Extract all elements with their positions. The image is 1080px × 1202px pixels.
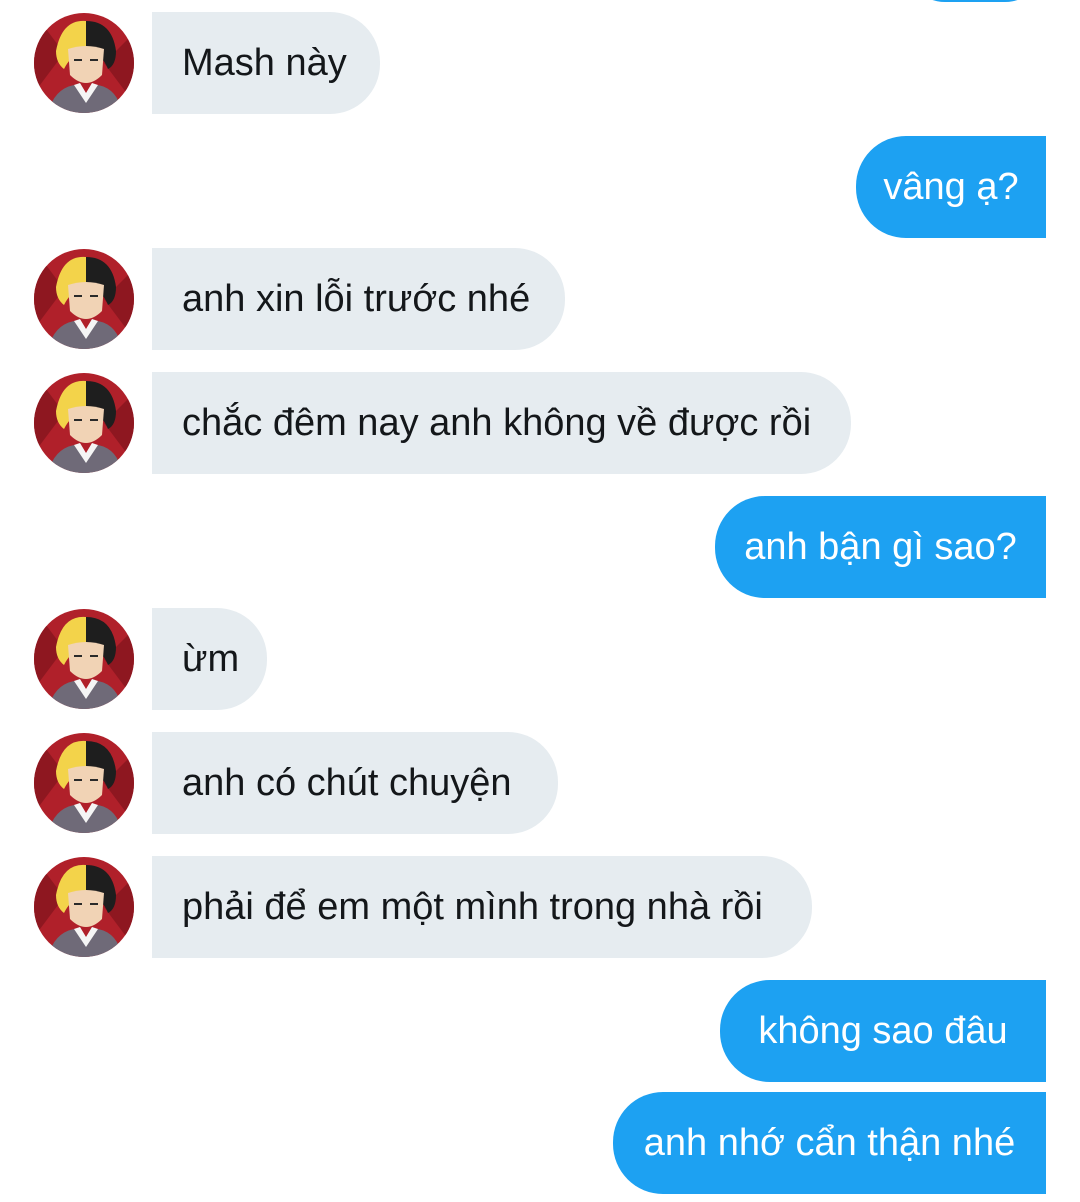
message-row-incoming: anh có chút chuyện: [0, 732, 1080, 834]
message-text: ừm: [182, 638, 240, 680]
message-text: anh có chút chuyện: [182, 762, 512, 804]
message-text: Mash này: [182, 42, 347, 84]
message-row-incoming: Mash này: [0, 12, 1080, 114]
outgoing-message-bubble[interactable]: không sao đâu: [720, 980, 1046, 1082]
outgoing-message-bubble[interactable]: anh bận gì sao?: [715, 496, 1046, 598]
avatar-icon[interactable]: [34, 249, 134, 349]
message-row-outgoing: không sao đâu: [0, 980, 1080, 1082]
incoming-message-bubble[interactable]: ừm: [152, 608, 267, 710]
message-row-incoming: ừm: [0, 608, 1080, 710]
avatar-icon[interactable]: [34, 373, 134, 473]
message-text: chắc đêm nay anh không về được rồi: [182, 402, 812, 444]
incoming-message-bubble[interactable]: anh có chút chuyện: [152, 732, 558, 834]
message-row-incoming: anh xin lỗi trước nhé: [0, 248, 1080, 350]
avatar-icon[interactable]: [34, 13, 134, 113]
message-row-outgoing: vâng ạ?: [0, 136, 1080, 238]
message-text: không sao đâu: [758, 1010, 1008, 1052]
incoming-message-bubble[interactable]: anh xin lỗi trước nhé: [152, 248, 565, 350]
message-row-outgoing: anh nhớ cẩn thận nhé: [0, 1092, 1080, 1194]
message-text: anh xin lỗi trước nhé: [182, 278, 531, 320]
incoming-message-bubble[interactable]: phải để em một mình trong nhà rồi: [152, 856, 812, 958]
message-row-incoming: chắc đêm nay anh không về được rồi: [0, 372, 1080, 474]
message-row-outgoing: anh bận gì sao?: [0, 496, 1080, 598]
message-text: anh bận gì sao?: [744, 526, 1017, 568]
previous-message-bubble[interactable]: [905, 0, 1045, 2]
avatar-icon[interactable]: [34, 609, 134, 709]
incoming-message-bubble[interactable]: chắc đêm nay anh không về được rồi: [152, 372, 851, 474]
message-text: phải để em một mình trong nhà rồi: [182, 886, 763, 928]
avatar-icon[interactable]: [34, 857, 134, 957]
incoming-message-bubble[interactable]: Mash này: [152, 12, 380, 114]
outgoing-message-bubble[interactable]: anh nhớ cẩn thận nhé: [613, 1092, 1046, 1194]
message-text: vâng ạ?: [883, 166, 1019, 208]
message-text: anh nhớ cẩn thận nhé: [643, 1122, 1016, 1164]
outgoing-message-bubble[interactable]: vâng ạ?: [856, 136, 1046, 238]
avatar-icon[interactable]: [34, 733, 134, 833]
message-thread: Mash này vâng ạ? anh xin lỗi trước nhé c…: [0, 0, 1080, 1202]
message-row-incoming: phải để em một mình trong nhà rồi: [0, 856, 1080, 958]
